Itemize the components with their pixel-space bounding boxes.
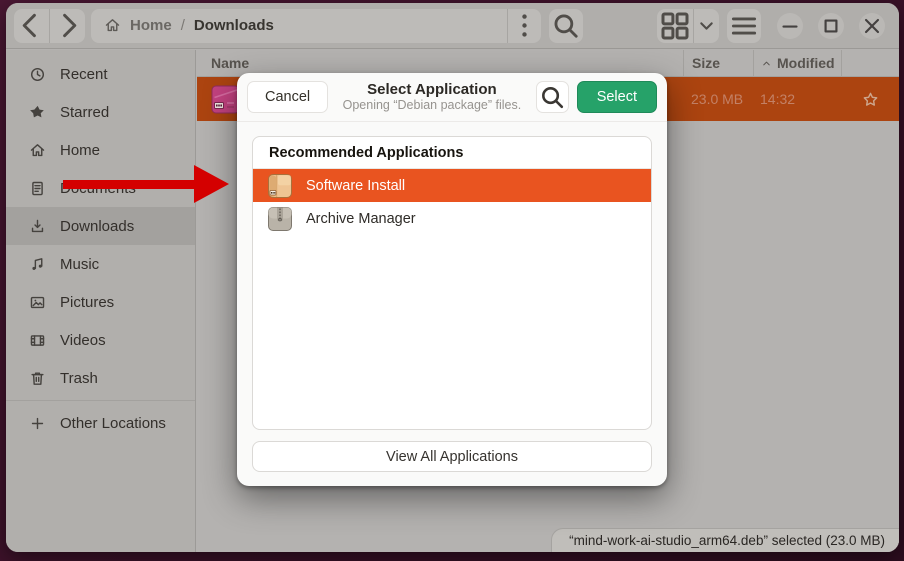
- search-button[interactable]: [549, 9, 583, 43]
- sidebar-item-music[interactable]: Music: [6, 245, 195, 283]
- forward-button[interactable]: [50, 9, 85, 43]
- recommended-applications-header: Recommended Applications: [253, 137, 651, 169]
- status-text: “mind-work-ai-studio_arm64.deb” selected…: [569, 533, 885, 548]
- sidebar-item-home[interactable]: Home: [6, 131, 195, 169]
- sidebar-item-label: Pictures: [60, 294, 114, 311]
- app-row-archive-manager[interactable]: Archive Manager: [253, 202, 651, 235]
- sidebar-item-recent[interactable]: Recent: [6, 55, 195, 93]
- software-install-icon: [267, 173, 293, 199]
- search-icon: [549, 9, 583, 43]
- home-icon: [104, 17, 121, 34]
- sidebar: Recent Starred Home Documents Downloads …: [6, 50, 196, 552]
- breadcrumb-home[interactable]: Home: [130, 17, 172, 34]
- breadcrumb-current[interactable]: Downloads: [194, 17, 274, 34]
- application-list: Recommended Applications Software Instal…: [252, 136, 652, 430]
- sort-ascending-icon: [761, 58, 772, 69]
- chevron-right-icon: [50, 9, 85, 43]
- clock-icon: [29, 66, 46, 83]
- star-outline-icon[interactable]: [862, 91, 879, 108]
- music-note-icon: [29, 256, 46, 273]
- sidebar-item-label: Downloads: [60, 218, 134, 235]
- sidebar-item-label: Other Locations: [60, 415, 166, 432]
- dialog-body: Recommended Applications Software Instal…: [237, 122, 667, 486]
- main-menu-button[interactable]: [727, 9, 761, 43]
- sidebar-item-trash[interactable]: Trash: [6, 359, 195, 397]
- view-toggle-group: [657, 9, 719, 43]
- application-label: Software Install: [306, 178, 405, 194]
- close-button[interactable]: [859, 13, 885, 39]
- view-all-applications-button[interactable]: View All Applications: [252, 441, 652, 472]
- sidebar-item-starred[interactable]: Starred: [6, 93, 195, 131]
- file-modified: 14:32: [753, 91, 841, 107]
- history-nav-group: [14, 9, 85, 43]
- dialog-title: Select Application: [336, 81, 528, 98]
- document-icon: [29, 180, 46, 197]
- sidebar-item-downloads[interactable]: Downloads: [6, 207, 195, 245]
- sidebar-item-label: Recent: [60, 66, 108, 83]
- sidebar-separator: [6, 400, 195, 401]
- download-icon: [29, 218, 46, 235]
- titlebar: Home / Downloads: [6, 3, 899, 49]
- hamburger-icon: [727, 9, 761, 43]
- view-options-button[interactable]: [694, 9, 719, 43]
- file-size: 23.0 MB: [683, 91, 753, 107]
- minimize-icon: [777, 13, 803, 39]
- cancel-button[interactable]: Cancel: [247, 81, 328, 113]
- sidebar-item-label: Trash: [60, 370, 98, 387]
- maximize-icon: [818, 13, 844, 39]
- dialog-header: Cancel Select Application Opening “Debia…: [237, 73, 667, 122]
- close-icon: [859, 13, 885, 39]
- sidebar-item-videos[interactable]: Videos: [6, 321, 195, 359]
- select-button[interactable]: Select: [577, 81, 657, 113]
- application-label: Archive Manager: [306, 211, 416, 227]
- sidebar-item-label: Music: [60, 256, 99, 273]
- video-icon: [29, 332, 46, 349]
- archive-manager-icon: [267, 206, 293, 232]
- column-header-star: [841, 50, 899, 76]
- app-row-software-install[interactable]: Software Install: [253, 169, 651, 202]
- star-icon: [29, 104, 46, 121]
- sidebar-item-label: Videos: [60, 332, 106, 349]
- dialog-subtitle: Opening “Debian package” files.: [336, 98, 528, 112]
- minimize-button[interactable]: [777, 13, 803, 39]
- path-menu-button[interactable]: [508, 9, 541, 43]
- kebab-menu-icon: [508, 9, 541, 42]
- trash-icon: [29, 370, 46, 387]
- column-header-modified[interactable]: Modified: [753, 50, 841, 76]
- plus-icon: [29, 415, 46, 432]
- status-bar: “mind-work-ai-studio_arm64.deb” selected…: [551, 528, 899, 552]
- grid-view-button[interactable]: [657, 9, 693, 43]
- home-icon: [29, 142, 46, 159]
- sidebar-item-label: Documents: [60, 180, 136, 197]
- maximize-button[interactable]: [818, 13, 844, 39]
- breadcrumb[interactable]: Home / Downloads: [91, 9, 541, 43]
- select-application-dialog: Cancel Select Application Opening “Debia…: [237, 73, 667, 486]
- grid-view-icon: [657, 9, 693, 43]
- search-icon: [537, 82, 568, 113]
- sidebar-item-pictures[interactable]: Pictures: [6, 283, 195, 321]
- dialog-title-block: Select Application Opening “Debian packa…: [336, 81, 528, 113]
- window-controls: [777, 13, 885, 39]
- sidebar-item-label: Starred: [60, 104, 109, 121]
- picture-icon: [29, 294, 46, 311]
- chevron-left-icon: [14, 9, 49, 43]
- sidebar-item-documents[interactable]: Documents: [6, 169, 195, 207]
- desktop-background: Home / Downloads: [0, 0, 904, 561]
- dialog-search-button[interactable]: [536, 81, 569, 113]
- breadcrumb-separator: /: [181, 17, 185, 34]
- sidebar-item-other-locations[interactable]: Other Locations: [6, 404, 195, 442]
- back-button[interactable]: [14, 9, 49, 43]
- column-header-size[interactable]: Size: [683, 50, 753, 76]
- sidebar-item-label: Home: [60, 142, 100, 159]
- chevron-down-icon: [694, 13, 719, 38]
